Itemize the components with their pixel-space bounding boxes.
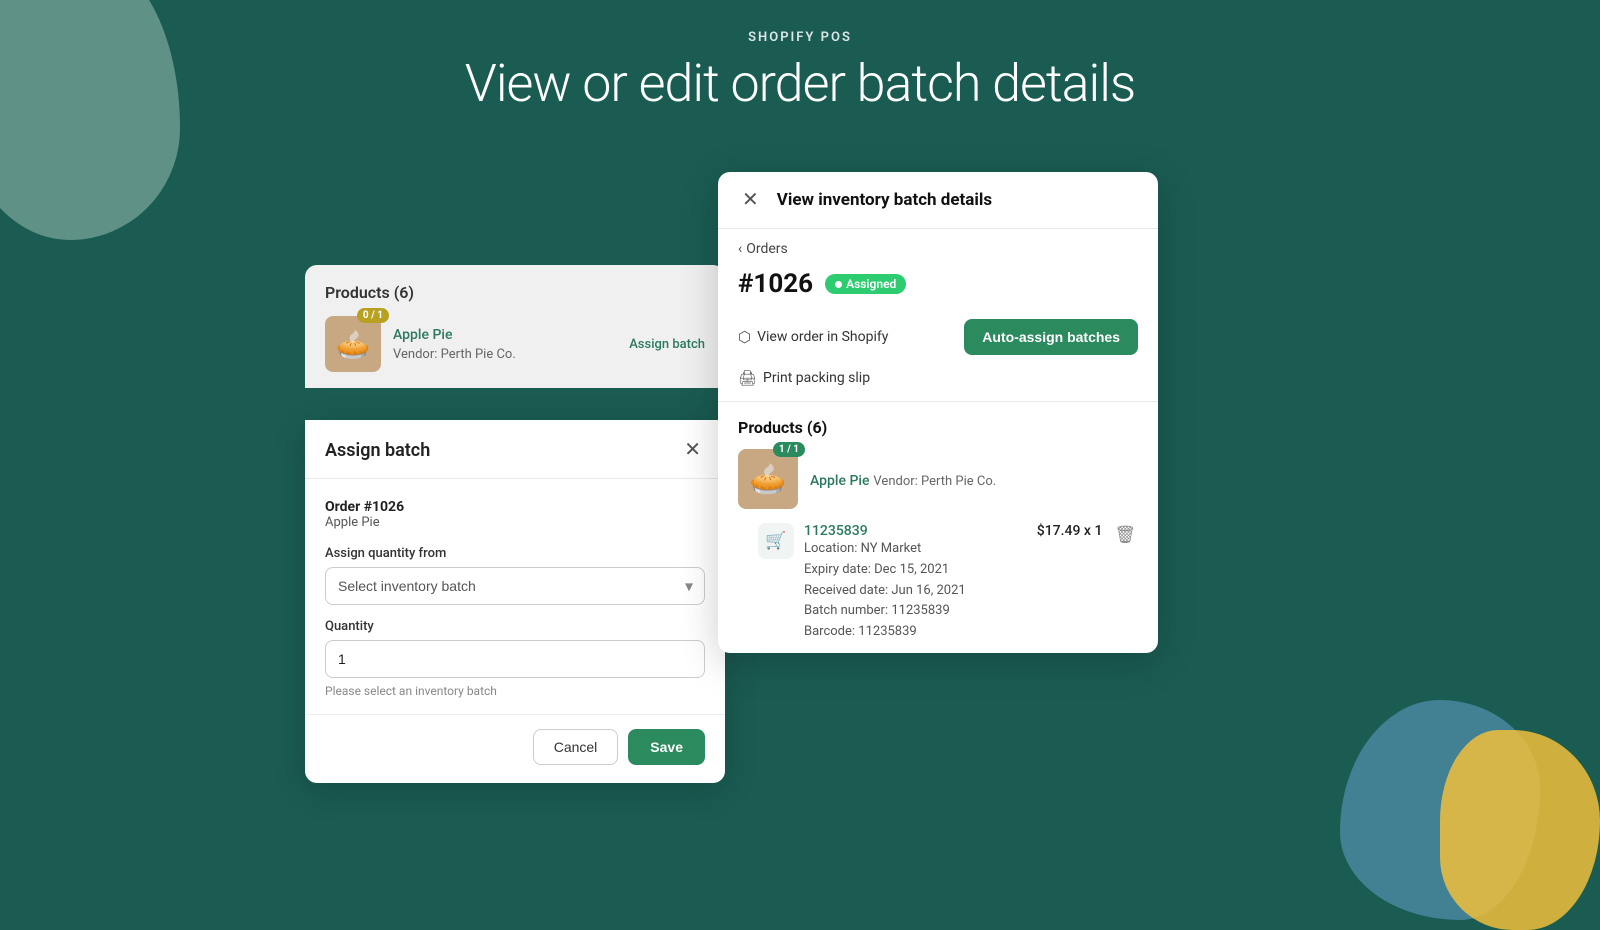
panel-product-info: Apple Pie Vendor: Perth Pie Co.: [810, 470, 996, 489]
product-thumbnail-wrap: 🥧 0 / 1: [325, 316, 381, 372]
print-label: Print packing slip: [763, 370, 870, 386]
batch-detail-row: 🛒 11235839 Location: NY Market Expiry da…: [738, 523, 1158, 653]
field-hint: Please select an inventory batch: [325, 684, 705, 698]
bg-decoration-bottomright-yellow: [1440, 730, 1600, 930]
assign-modal-header: Assign batch ✕: [305, 420, 725, 479]
batch-expiry: Expiry date: Dec 15, 2021: [804, 560, 1027, 581]
cart-icon: 🛒: [765, 531, 786, 551]
panel-close-button[interactable]: ✕: [738, 188, 763, 212]
printer-icon: 🖨: [738, 369, 757, 387]
header-area: SHOPIFY POS View or edit order batch det…: [0, 30, 1600, 114]
panel-product-name[interactable]: Apple Pie: [810, 473, 869, 489]
product-vendor: Vendor: Perth Pie Co.: [393, 347, 516, 362]
status-label: Assigned: [846, 277, 896, 291]
product-quantity-badge: 0 / 1: [357, 308, 389, 323]
breadcrumb-label: Orders: [746, 241, 788, 257]
order-title-row: #1026 Assigned: [718, 265, 1158, 313]
panel-title: View inventory batch details: [777, 190, 992, 210]
panel-body: ‹ Orders #1026 Assigned ⬡ View order in …: [718, 229, 1158, 653]
print-row[interactable]: 🖨 Print packing slip: [718, 365, 1158, 401]
qty-label: Quantity: [325, 619, 705, 634]
batch-location: Location: NY Market: [804, 539, 1027, 560]
inventory-batch-select[interactable]: Select inventory batch: [325, 567, 705, 605]
assign-modal-title: Assign batch: [325, 440, 430, 461]
order-number: #1026: [738, 269, 813, 299]
breadcrumb-link[interactable]: ‹ Orders: [738, 241, 1138, 257]
batch-received: Received date: Jun 16, 2021: [804, 581, 1027, 602]
page-title: View or edit order batch details: [0, 53, 1600, 114]
batch-select-wrapper: Select inventory batch ▾: [325, 567, 705, 605]
status-badge: Assigned: [825, 274, 906, 294]
panel-product-badge: 1 / 1: [773, 442, 805, 457]
panel-product-thumbnail: 🥧 1 / 1: [738, 449, 798, 509]
batch-price: $17.49 x 1: [1037, 523, 1103, 539]
chevron-left-icon: ‹: [738, 241, 742, 257]
assign-modal-close-button[interactable]: ✕: [680, 438, 705, 462]
batch-id-link[interactable]: 11235839: [804, 523, 1027, 539]
panel-product-row: 🥧 1 / 1 Apple Pie Vendor: Perth Pie Co.: [718, 449, 1158, 523]
auto-assign-button[interactable]: Auto-assign batches: [964, 319, 1138, 355]
view-order-label: View order in Shopify: [757, 329, 888, 345]
batch-detail-info: 11235839 Location: NY Market Expiry date…: [804, 523, 1027, 643]
panel-product-vendor: Vendor: Perth Pie Co.: [873, 474, 996, 489]
batch-number: Batch number: 11235839: [804, 601, 1027, 622]
cancel-button[interactable]: Cancel: [533, 729, 619, 765]
quantity-input[interactable]: [325, 640, 705, 678]
cart-icon-wrap: 🛒: [758, 523, 794, 559]
order-product-name: Apple Pie: [325, 515, 705, 530]
inventory-panel-header: ✕ View inventory batch details: [718, 172, 1158, 229]
assign-qty-label: Assign quantity from: [325, 546, 705, 561]
delete-batch-button[interactable]: 🗑: [1112, 523, 1138, 547]
assign-batch-link[interactable]: Assign batch: [629, 337, 705, 352]
product-name[interactable]: Apple Pie: [393, 327, 617, 343]
product-row: 🥧 0 / 1 Apple Pie Vendor: Perth Pie Co. …: [325, 316, 705, 372]
assign-modal-footer: Cancel Save: [305, 714, 725, 783]
view-order-link[interactable]: ⬡ View order in Shopify: [738, 328, 888, 346]
products-panel: Products (6) 🥧 0 / 1 Apple Pie Vendor: P…: [305, 265, 725, 388]
batch-barcode: Barcode: 11235839: [804, 622, 1027, 643]
view-order-icon: ⬡: [738, 328, 751, 346]
product-thumbnail: 🥧: [325, 316, 381, 372]
products-panel-header: Products (6): [325, 283, 705, 302]
status-dot: [835, 281, 842, 288]
product-info: Apple Pie Vendor: Perth Pie Co.: [393, 327, 617, 362]
app-subtitle: SHOPIFY POS: [0, 30, 1600, 45]
action-row: ⬡ View order in Shopify Auto-assign batc…: [718, 313, 1158, 365]
order-label: Order #1026: [325, 499, 705, 515]
inventory-panel: ✕ View inventory batch details ‹ Orders …: [718, 172, 1158, 653]
assign-batch-modal: Assign batch ✕ Order #1026 Apple Pie Ass…: [305, 420, 725, 783]
assign-modal-body: Order #1026 Apple Pie Assign quantity fr…: [305, 479, 725, 698]
breadcrumb: ‹ Orders: [718, 229, 1158, 265]
save-button[interactable]: Save: [628, 729, 705, 765]
